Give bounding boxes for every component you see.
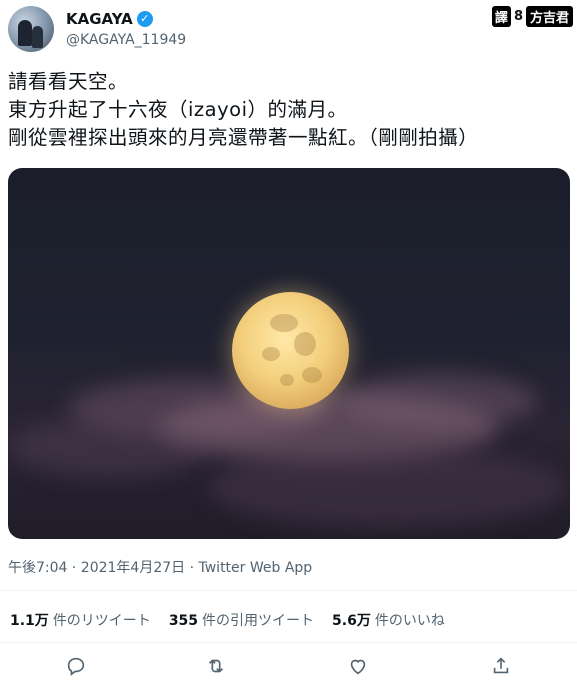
share-icon[interactable] <box>490 655 512 677</box>
translator-name: 方吉君 <box>525 6 573 27</box>
quote-count[interactable]: 355 件の引用ツイート <box>169 610 314 630</box>
tweet-text: 請看看天空。 東方升起了十六夜（izayoi）的滿月。 剛從雲裡探出頭來的月亮還… <box>8 68 478 152</box>
author-name[interactable]: KAGAYA <box>66 10 133 28</box>
cloud <box>208 448 568 528</box>
like-icon[interactable] <box>347 655 369 677</box>
translation-mark: 譯 <box>491 6 511 27</box>
tweet-stats: 1.1万 件のリツイート 355 件の引用ツイート 5.6万 件のいいね <box>10 610 445 630</box>
reply-icon[interactable] <box>65 655 87 677</box>
author-name-row[interactable]: KAGAYA ✓ <box>66 10 153 28</box>
divider <box>0 642 577 643</box>
author-handle[interactable]: @KAGAYA_11949 <box>66 32 186 48</box>
avatar-figure <box>18 20 32 46</box>
like-count[interactable]: 5.6万 件のいいね <box>332 610 445 630</box>
full-moon <box>232 292 349 409</box>
tweet-line: 請看看天空。 <box>8 70 129 93</box>
retweet-count[interactable]: 1.1万 件のリツイート <box>10 610 151 630</box>
avatar[interactable] <box>8 6 54 52</box>
divider <box>0 590 577 591</box>
credit-separator: 8 <box>513 9 523 24</box>
retweet-icon[interactable] <box>205 655 227 677</box>
action-bar <box>0 655 577 681</box>
tweet-timestamp[interactable]: 午後7:04 · 2021年4月27日 · Twitter Web App <box>8 557 312 577</box>
tweet-line: 剛從雲裡探出頭來的月亮還帶著一點紅。（剛剛拍攝） <box>8 126 479 149</box>
tweet-photo[interactable] <box>8 168 570 539</box>
cloud <box>8 418 208 478</box>
translator-credit: 譯 8 方吉君 <box>491 6 573 27</box>
tweet-line: 東方升起了十六夜（izayoi）的滿月。 <box>8 98 348 121</box>
avatar-figure <box>32 26 43 48</box>
cloud <box>338 373 538 428</box>
verified-badge-icon: ✓ <box>136 11 153 27</box>
